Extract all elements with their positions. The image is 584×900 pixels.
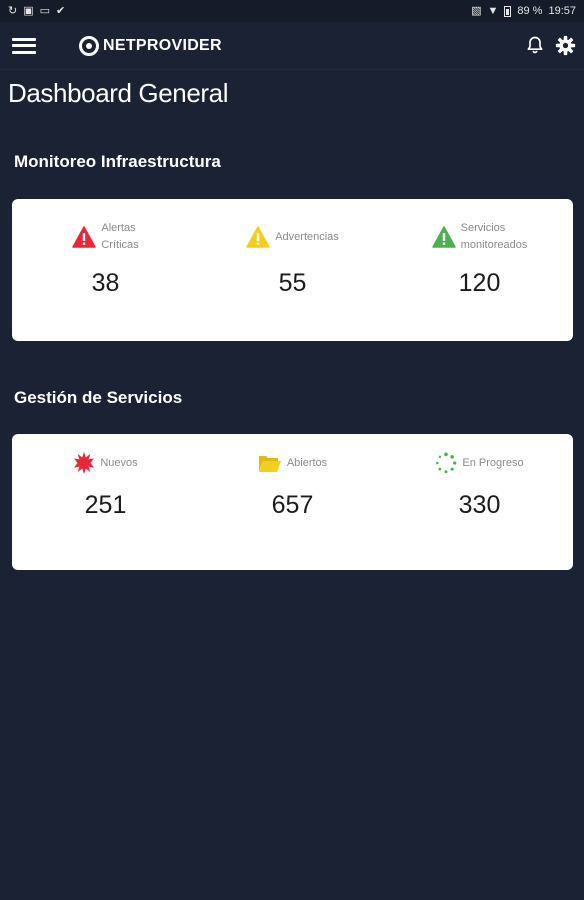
warning-icon [72,226,97,248]
page-title: Dashboard General [8,78,229,108]
stat-label: En Progreso [462,456,524,469]
stat-alertas-criticas[interactable]: Alertas Críticas 38 [12,199,199,341]
brand-name: NETPROVIDER [103,36,222,54]
stat-label: Abiertos [286,456,328,469]
stat-abiertos[interactable]: Abiertos 657 [199,434,386,570]
system-icons: ▧ ▼ 89 % 19:57 [471,5,576,17]
logo-icon [79,35,99,56]
stat-label: monitoreados [460,239,528,251]
cast-icon: ▭ [39,4,51,17]
folder-open-icon [258,456,281,472]
stat-en-progreso[interactable]: En Progreso 330 [386,434,573,570]
battery-level: 89 % [517,5,543,17]
spinner-icon [436,452,457,474]
stat-value: 330 [458,491,501,519]
wifi-icon: ▼ [487,4,499,17]
stat-value: 55 [278,269,307,297]
stat-value: 657 [271,491,314,519]
stat-label: Nuevos [100,456,138,469]
bell-icon [527,36,543,54]
app-actions [524,34,576,56]
android-icon: ▣ [23,4,34,17]
stat-advertencias[interactable]: Advertencias 55 [199,199,386,341]
check-icon: ✔ [56,4,66,17]
section-title-infraestructura: Monitoreo Infraestructura [14,152,221,171]
warning-icon [431,226,456,248]
stat-value: 120 [458,269,501,297]
stat-label: Alertas [101,222,136,234]
clock: 19:57 [548,5,576,17]
stat-servicios-monitoreados[interactable]: Servicios monitoreados 120 [386,199,573,341]
stat-label: Críticas [101,239,139,251]
no-sim-icon: ▧ [471,4,482,17]
notification-icons: ↻ ▣ ▭ ✔ [8,4,66,17]
sync-icon: ↻ [8,4,18,17]
menu-button[interactable] [12,36,36,56]
gear-icon [555,35,575,55]
brand-logo: NETPROVIDER [79,35,222,56]
services-card: Nuevos 251 Abiertos 657 En Progreso 330 [12,434,573,570]
burst-icon [74,452,95,474]
warning-icon [246,226,270,248]
stat-value: 251 [84,491,127,519]
stat-label: Advertencias [275,230,339,243]
stat-label: Servicios [460,222,506,234]
status-bar: ↻ ▣ ▭ ✔ ▧ ▼ 89 % 19:57 [0,0,584,22]
section-title-servicios: Gestión de Servicios [14,388,183,407]
infra-card: Alertas Críticas 38 Advertencias 55 Serv… [12,199,573,341]
notifications-button[interactable] [524,34,546,56]
battery-icon [504,5,512,17]
stat-nuevos[interactable]: Nuevos 251 [12,434,199,570]
settings-button[interactable] [554,34,576,56]
stat-value: 38 [91,269,120,297]
app-bar: NETPROVIDER [0,22,584,70]
